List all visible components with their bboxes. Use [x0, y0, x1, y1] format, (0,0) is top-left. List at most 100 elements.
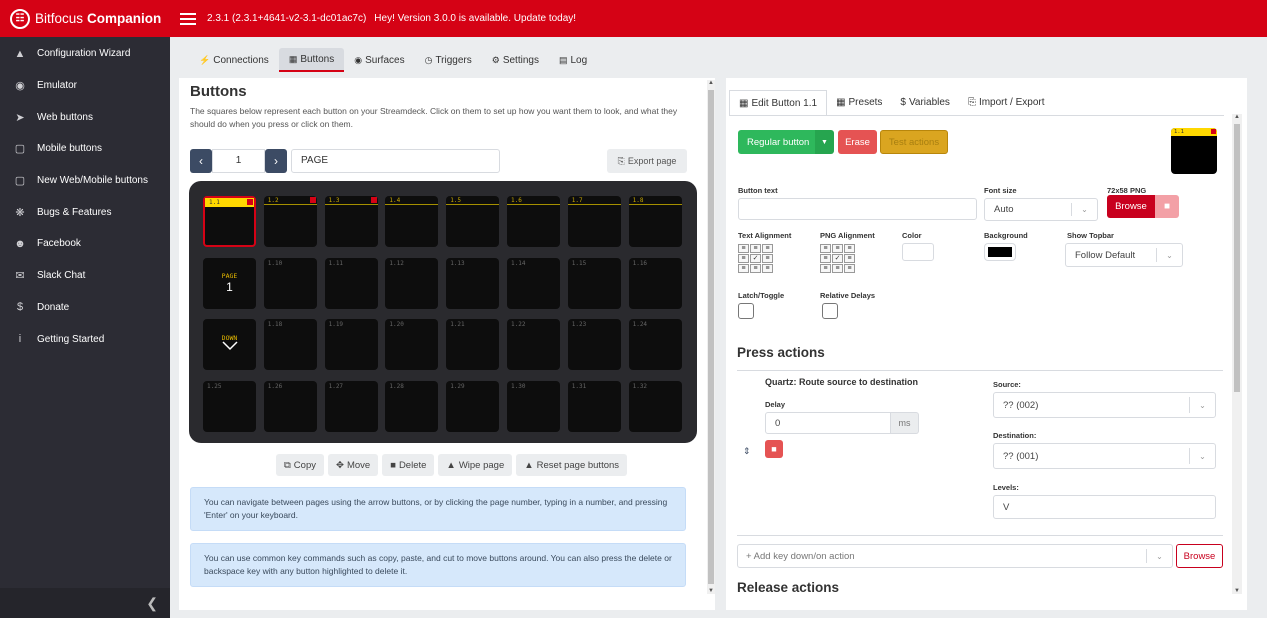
grid-button-1-27[interactable]: 1.27	[324, 380, 378, 432]
grid-button-1-3[interactable]: 1.3	[324, 196, 378, 247]
sidebar-item-configuration-wizard[interactable]: ▲ Configuration Wizard	[0, 38, 170, 70]
browse-actions-button[interactable]: Browse	[1176, 544, 1223, 568]
grid-button-1-1[interactable]: 1.1	[203, 196, 256, 247]
relative-delays-checkbox[interactable]	[822, 303, 838, 319]
grid-button-1-16[interactable]: 1.16	[628, 257, 682, 309]
tab-buttons[interactable]: ▦ Buttons	[278, 48, 345, 72]
text-alignment-grid[interactable]: ≡ ≡ ≡ ≡ ✓ ≡ ≡ ≡ ≡	[738, 244, 773, 273]
font-size-select[interactable]: Auto ⌄	[984, 198, 1098, 221]
grid-button-1-8[interactable]: 1.8	[628, 196, 682, 247]
grid-button-1-32[interactable]: 1.32	[628, 380, 682, 432]
sidebar-item-new-web-mobile-buttons[interactable]: ▢ New Web/Mobile buttons	[0, 165, 170, 197]
button-text-input[interactable]	[738, 198, 977, 220]
tab-surfaces[interactable]: ◉ Surfaces	[344, 48, 414, 72]
test-actions-button[interactable]: Test actions	[880, 130, 948, 154]
button-grid: 1.1 1.2 1.3 1.4 1.5 1.6 1.7 1.8 PAGE 1 1.10 1.11 1.1…	[189, 181, 697, 443]
export-page-button[interactable]: ⎘ Export page	[607, 149, 687, 173]
grid-button-1-4[interactable]: 1.4	[385, 196, 439, 247]
grid-button-1-23[interactable]: 1.23	[567, 319, 621, 370]
delay-input[interactable]: 0	[765, 412, 891, 434]
sidebar-item-mobile-buttons[interactable]: ▢ Mobile buttons	[0, 133, 170, 165]
destination-select[interactable]: ?? (001) ⌄	[993, 443, 1216, 469]
tab-edit-button[interactable]: ▦ Edit Button 1.1	[729, 90, 828, 115]
grid-button-1-31[interactable]: 1.31	[567, 380, 621, 432]
grid-button-1-15[interactable]: 1.15	[567, 257, 621, 309]
sidebar-item-slack-chat[interactable]: ✉ Slack Chat	[0, 260, 170, 292]
latch-toggle-checkbox[interactable]	[738, 303, 754, 319]
show-topbar-select[interactable]: Follow Default ⌄	[1065, 243, 1183, 267]
levels-input[interactable]: V	[993, 495, 1216, 519]
tab-log[interactable]: ▤ Log	[549, 48, 597, 72]
brand[interactable]: ☷ Bitfocus Companion	[0, 0, 170, 37]
grid-button-1-24[interactable]: 1.24	[628, 319, 682, 370]
tab-presets[interactable]: ▦ Presets	[827, 90, 891, 115]
browse-png-button[interactable]: Browse	[1107, 195, 1155, 218]
drag-handle-icon[interactable]: ⇕	[743, 446, 751, 457]
delete-action-button[interactable]: ■	[765, 440, 783, 458]
sidebar-item-donate[interactable]: $ Donate	[0, 292, 170, 324]
grid-button-1-26[interactable]: 1.26	[263, 380, 317, 432]
button-text-label: Button text	[738, 186, 778, 195]
grid-button-1-17[interactable]: DOWN	[203, 319, 256, 370]
scrollbar-thumb[interactable]	[708, 90, 714, 584]
grid-button-label: 1.15	[571, 259, 587, 267]
tab-triggers[interactable]: ◷ Triggers	[415, 48, 482, 72]
page-name-input[interactable]: PAGE	[291, 149, 500, 173]
grid-button-1-19[interactable]: 1.19	[324, 319, 378, 370]
grid-button-1-12[interactable]: 1.12	[385, 257, 439, 309]
tab-settings[interactable]: ⚙ Settings	[482, 48, 549, 72]
grid-button-1-9[interactable]: PAGE 1	[203, 257, 256, 309]
grid-button-1-21[interactable]: 1.21	[446, 319, 500, 370]
grid-button-1-30[interactable]: 1.30	[507, 380, 560, 432]
tab-variables[interactable]: $ Variables	[891, 90, 959, 115]
tab-import-export[interactable]: ⎘ Import / Export	[959, 90, 1054, 115]
grid-button-1-10[interactable]: 1.10	[263, 257, 317, 309]
regular-button-button[interactable]: Regular button	[738, 130, 815, 154]
grid-button-1-5[interactable]: 1.5	[446, 196, 500, 247]
png-alignment-grid[interactable]: ≡ ≡ ≡ ≡ ✓ ≡ ≡ ≡ ≡	[820, 244, 855, 273]
grid-button-1-6[interactable]: 1.6	[507, 196, 560, 247]
grid-button-1-14[interactable]: 1.14	[507, 257, 560, 309]
grid-button-1-22[interactable]: 1.22	[507, 319, 560, 370]
hamburger-menu-icon[interactable]	[180, 12, 196, 25]
background-color-picker[interactable]	[985, 244, 1015, 260]
sidebar-item-bugs-features[interactable]: ❋ Bugs & Features	[0, 196, 170, 228]
scrollbar-thumb[interactable]	[1234, 124, 1240, 392]
sidebar-item-getting-started[interactable]: i Getting Started	[0, 323, 170, 355]
sidebar-item-label: New Web/Mobile buttons	[37, 175, 148, 187]
wipe-page-button[interactable]: ▲ Wipe page	[438, 454, 513, 476]
source-select[interactable]: ?? (002) ⌄	[993, 392, 1216, 418]
grid-button-1-29[interactable]: 1.29	[446, 380, 500, 432]
grid-button-1-11[interactable]: 1.11	[324, 257, 378, 309]
delete-png-button[interactable]: ■	[1155, 195, 1179, 218]
text-color-picker[interactable]	[902, 243, 934, 261]
add-action-select[interactable]: + Add key down/on action ⌄	[737, 544, 1173, 568]
grid-button-1-7[interactable]: 1.7	[567, 196, 621, 247]
grid-button-1-20[interactable]: 1.20	[385, 319, 439, 370]
page-prev-button[interactable]: ‹	[190, 149, 212, 173]
grid-button-1-2[interactable]: 1.2	[263, 196, 317, 247]
move-button[interactable]: ✥ Move	[327, 454, 379, 476]
chevron-down-icon: ⌄	[1189, 448, 1215, 464]
grid-button-1-25[interactable]: 1.25	[203, 380, 256, 432]
sidebar-item-facebook[interactable]: ☻ Facebook	[0, 228, 170, 260]
erase-button[interactable]: Erase	[838, 130, 877, 154]
chevron-down-icon: ⌄	[1071, 203, 1097, 216]
grid-button-1-13[interactable]: 1.13	[446, 257, 500, 309]
grid-button-1-28[interactable]: 1.28	[385, 380, 439, 432]
buttons-scrollbar[interactable]: ▲ ▼	[707, 80, 715, 594]
sidebar-collapse-button[interactable]: ❮	[0, 588, 170, 618]
reset-page-buttons-button[interactable]: ▲ Reset page buttons	[516, 454, 628, 476]
update-notice[interactable]: Hey! Version 3.0.0 is available. Update …	[374, 13, 576, 24]
copy-button[interactable]: ⧉ Copy	[276, 454, 324, 476]
editor-scrollbar[interactable]: ▲ ▼	[1232, 114, 1242, 594]
delete-button[interactable]: ■ Delete	[382, 454, 435, 476]
page-next-button[interactable]: ›	[265, 149, 287, 173]
grid-button-label: 1.27	[328, 382, 344, 390]
button-type-dropdown[interactable]: ▼	[815, 130, 834, 154]
tab-connections[interactable]: ⚡ Connections	[189, 48, 279, 72]
sidebar-item-web-buttons[interactable]: ➤ Web buttons	[0, 101, 170, 133]
page-number-input[interactable]: 1	[212, 149, 265, 173]
grid-button-1-18[interactable]: 1.18	[263, 319, 317, 370]
sidebar-item-emulator[interactable]: ◉ Emulator	[0, 70, 170, 102]
